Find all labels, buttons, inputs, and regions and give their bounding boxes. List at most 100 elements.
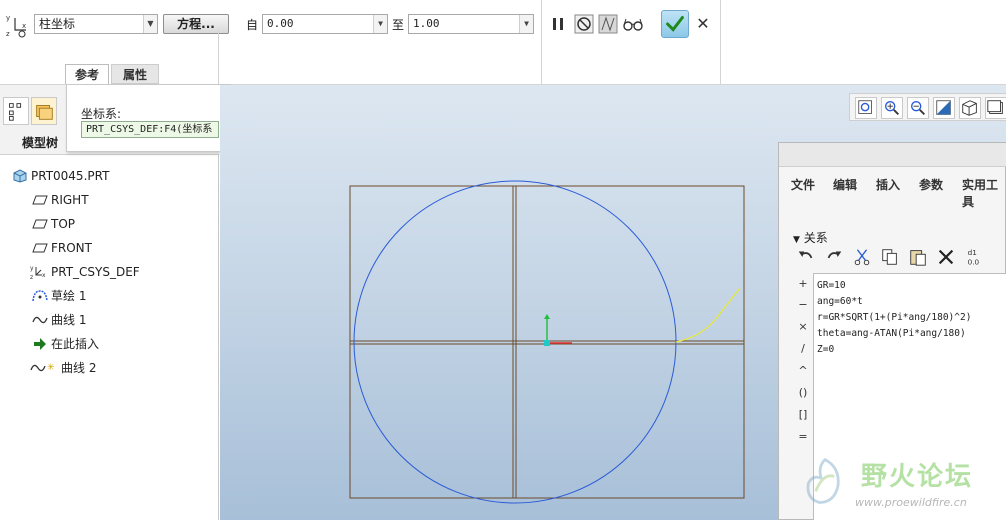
model-tree-tab[interactable]: [3, 97, 29, 125]
operator-minus[interactable]: −: [793, 298, 813, 311]
checkmark-icon: [666, 16, 684, 32]
relation-line: r=GR*SQRT(1+(Pi*ang/180)^2): [817, 312, 972, 323]
datum-plane-icon: [32, 195, 48, 205]
tree-item-label: 曲线 1: [51, 313, 87, 327]
operator-plus[interactable]: +: [793, 277, 813, 290]
cancel-button[interactable]: ✕: [694, 14, 712, 34]
menu-utilities[interactable]: 实用工具: [962, 176, 1006, 210]
operator-multiply[interactable]: ×: [793, 320, 813, 333]
from-value: 0.00: [267, 17, 294, 30]
tree-item-front[interactable]: FRONT: [0, 237, 219, 259]
to-value: 1.00: [413, 17, 440, 30]
curve-new-icon: ✳: [30, 363, 55, 373]
svg-text:y: y: [30, 265, 34, 272]
sketch-icon: [32, 290, 48, 302]
tree-item-insert-here[interactable]: 在此插入: [0, 333, 219, 355]
relations-dialog: 文件 编辑 插入 参数 实用工具 ▼ 关系 d1 0.0 + − × / ^ (…: [778, 142, 1006, 520]
delete-button[interactable]: [935, 247, 957, 269]
operator-power[interactable]: ^: [793, 364, 813, 377]
operator-parentheses[interactable]: (): [793, 386, 813, 399]
tree-item-curve-2[interactable]: ✳ 曲线 2: [0, 357, 219, 379]
redo-icon: [827, 251, 842, 259]
to-value-input[interactable]: 1.00 ▼: [408, 14, 534, 34]
copy-icon: [882, 249, 897, 265]
pause-icon[interactable]: [548, 14, 568, 34]
copy-button[interactable]: [879, 247, 901, 269]
relations-toolbar: d1 0.0: [795, 247, 1006, 271]
toolbar-separator: [720, 0, 721, 85]
chevron-down-icon: ▼: [373, 15, 387, 33]
model-tree-icon: [9, 103, 22, 121]
relations-titlebar[interactable]: [779, 143, 1006, 167]
repaint-icon: [936, 100, 951, 115]
orient-button[interactable]: [959, 97, 981, 119]
tree-item-right[interactable]: RIGHT: [0, 189, 219, 211]
svg-text:z: z: [6, 30, 10, 38]
zoom-in-icon: [884, 100, 900, 116]
verify-glasses-icon[interactable]: [622, 14, 644, 34]
svg-text:x: x: [22, 22, 26, 30]
zoom-in-button[interactable]: [881, 97, 903, 119]
equation-button[interactable]: 方程...: [163, 14, 229, 34]
toolbar-separator: [541, 0, 542, 85]
csys-type-icon[interactable]: y x z: [6, 12, 32, 38]
tab-reference[interactable]: 参考: [65, 64, 109, 84]
tree-item-label: 曲线 2: [61, 361, 97, 375]
operator-brackets[interactable]: []: [793, 408, 813, 421]
folder-icon: [36, 105, 53, 120]
chevron-down-icon: ▼: [519, 15, 533, 33]
svg-text:✳: ✳: [47, 363, 55, 373]
tree-item-label: 在此插入: [51, 337, 100, 351]
relation-line: GR=10: [817, 280, 846, 291]
svg-text:d1: d1: [968, 248, 977, 257]
menu-insert[interactable]: 插入: [876, 176, 900, 193]
svg-text:z: z: [30, 274, 33, 280]
involute-curve[interactable]: [675, 287, 741, 343]
tab-properties[interactable]: 属性: [111, 64, 159, 84]
scissors-icon: [854, 249, 870, 266]
menu-edit[interactable]: 编辑: [833, 176, 857, 193]
redo-button[interactable]: [823, 247, 845, 269]
relation-line: Z=0: [817, 344, 835, 355]
toolbar-separator: [218, 30, 219, 85]
menu-file[interactable]: 文件: [791, 176, 815, 193]
tree-item-csys[interactable]: y x z PRT_CSYS_DEF: [0, 261, 219, 283]
paste-button[interactable]: [907, 247, 929, 269]
no-preview-icon[interactable]: [574, 14, 594, 34]
cut-button[interactable]: [851, 247, 873, 269]
menu-parameters[interactable]: 参数: [919, 176, 943, 193]
curve-icon: [32, 316, 48, 324]
close-icon: ✕: [696, 14, 710, 33]
csys-reference-field[interactable]: PRT_CSYS_DEF:F4(坐标系: [81, 121, 219, 138]
tree-item-top[interactable]: TOP: [0, 213, 219, 235]
refit-button[interactable]: [855, 97, 877, 119]
relations-section-header[interactable]: ▼ 关系: [793, 229, 828, 246]
tree-item-label: RIGHT: [51, 193, 89, 207]
to-label: 至: [392, 18, 405, 32]
folder-browser-tab[interactable]: [31, 97, 57, 125]
saved-views-button[interactable]: [985, 97, 1006, 119]
operator-equals[interactable]: =: [793, 430, 813, 443]
from-value-input[interactable]: 0.00 ▼: [262, 14, 388, 34]
svg-text:y: y: [6, 14, 10, 22]
tree-item-part[interactable]: PRT0045.PRT: [0, 165, 219, 187]
relations-menubar: 文件 编辑 插入 参数 实用工具: [779, 173, 1006, 209]
parameter-sort-button[interactable]: d1 0.0: [963, 247, 985, 269]
tree-item-curve-1[interactable]: 曲线 1: [0, 309, 219, 331]
tree-item-label: TOP: [51, 217, 76, 231]
relations-editor[interactable]: GR=10 ang=60*t r=GR*SQRT(1+(Pi*ang/180)^…: [813, 273, 1006, 520]
csys-origin: [544, 340, 550, 346]
operator-divide[interactable]: /: [793, 342, 813, 355]
tree-item-sketch[interactable]: 草绘 1: [0, 285, 219, 307]
zoom-out-button[interactable]: [907, 97, 929, 119]
ok-button[interactable]: [661, 10, 689, 38]
insert-here-arrow-icon: [34, 338, 46, 350]
undo-button[interactable]: [795, 247, 817, 269]
sketch-circle[interactable]: [353, 180, 677, 504]
preview-geometry-icon[interactable]: [598, 14, 618, 34]
repaint-button[interactable]: [933, 97, 955, 119]
csys-y-arrow: [544, 314, 550, 319]
csys-type-select[interactable]: 柱坐标 ▼: [34, 14, 158, 34]
datum-plane-icon: [32, 243, 48, 253]
relations-section-label: 关系: [803, 231, 828, 245]
